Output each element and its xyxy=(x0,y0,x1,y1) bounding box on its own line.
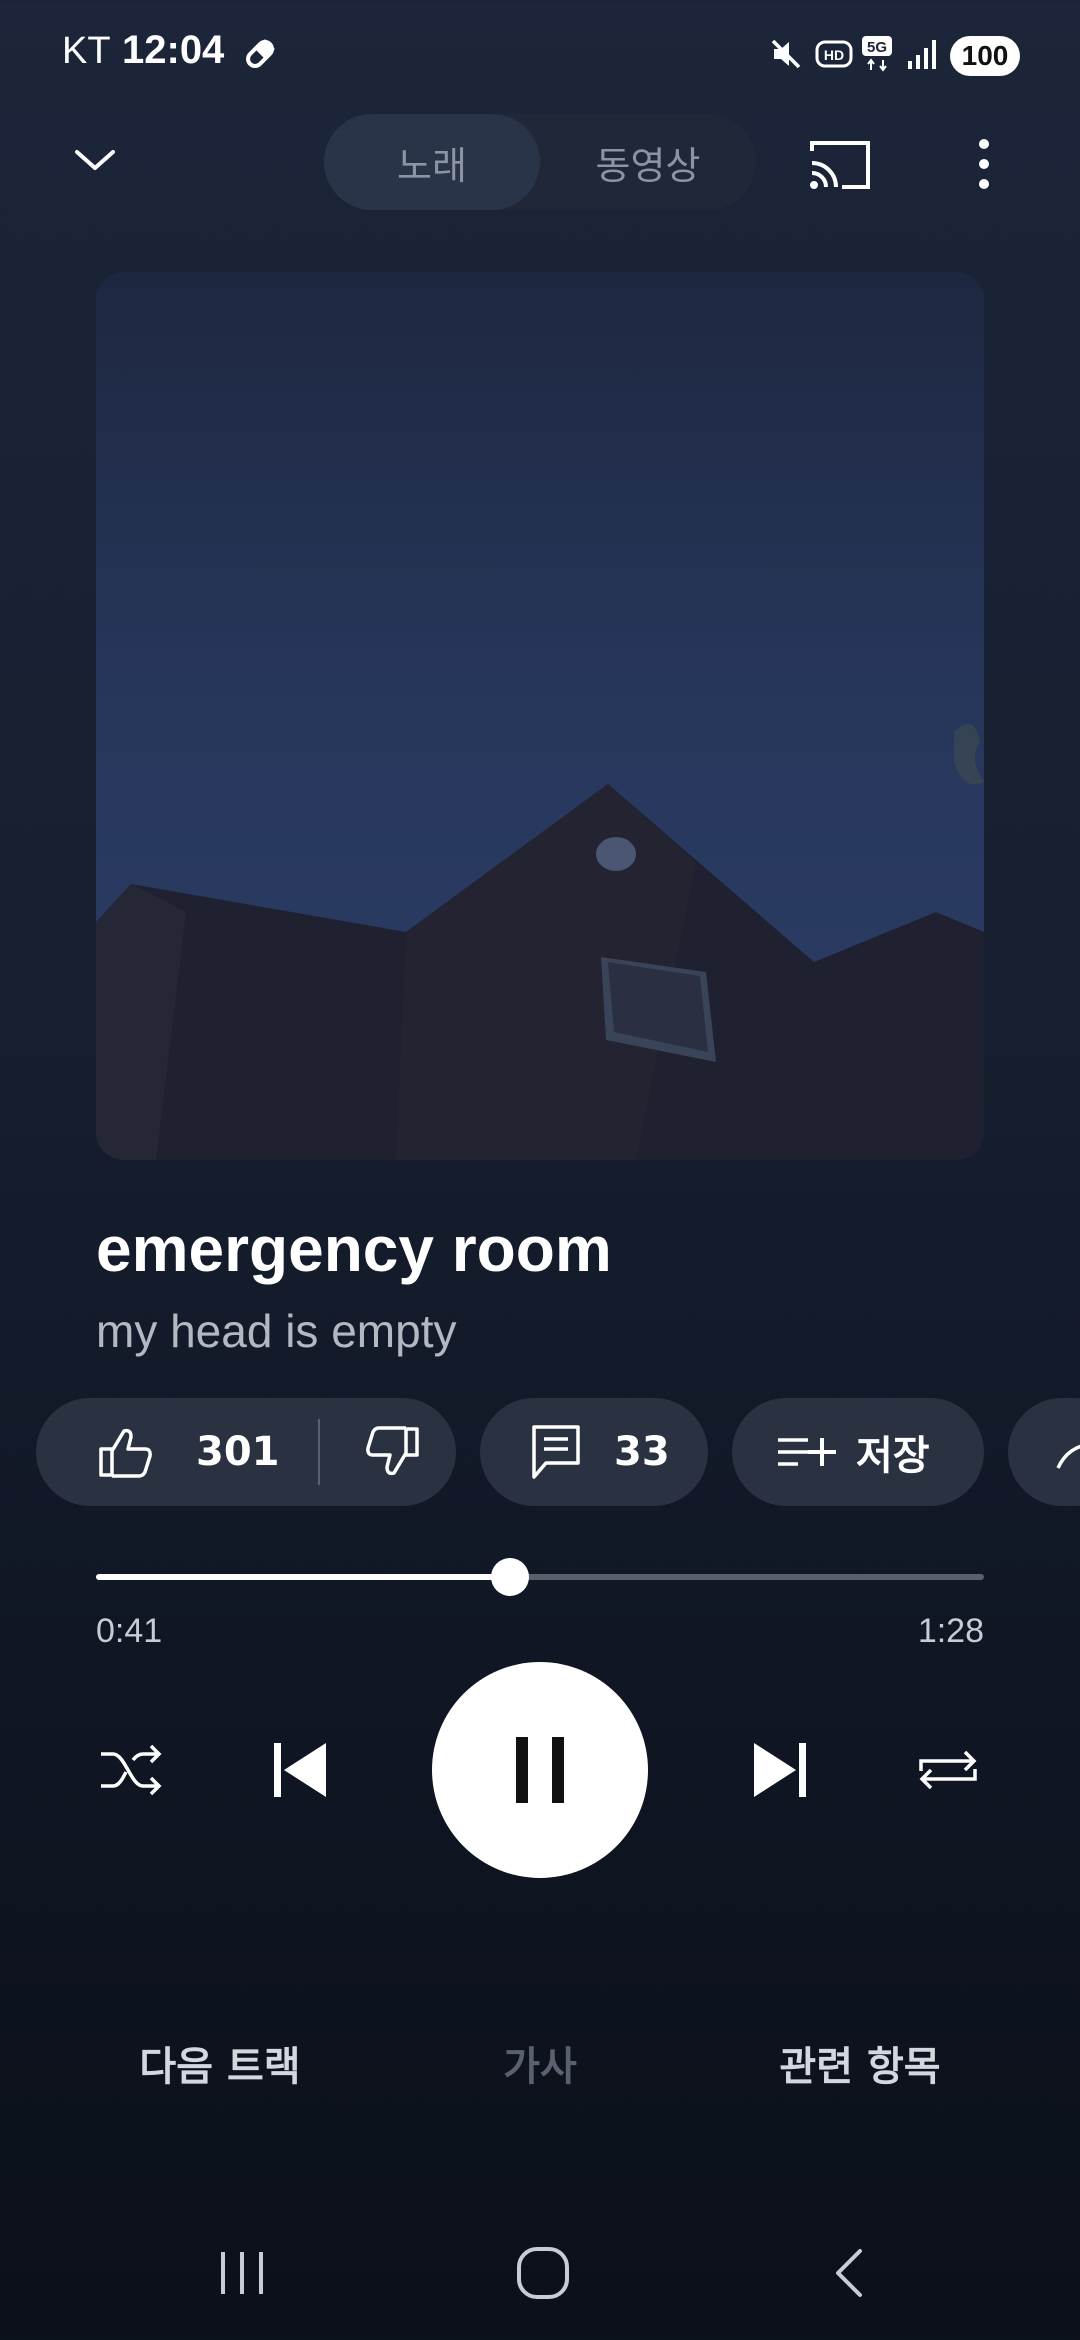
tab-related[interactable]: 관련 항목 xyxy=(740,2034,980,2092)
progress-fill xyxy=(96,1574,510,1580)
mute-icon xyxy=(766,34,806,74)
save-label: 저장 xyxy=(856,1433,930,1479)
like-dislike-chip: 301 xyxy=(36,1398,456,1506)
share-icon xyxy=(1052,1432,1080,1472)
5g-icon: 5G xyxy=(860,34,896,74)
tab-video[interactable]: 동영상 xyxy=(540,114,756,210)
chip-divider xyxy=(317,1419,320,1485)
tab-song[interactable]: 노래 xyxy=(324,114,540,210)
shuffle-icon[interactable] xyxy=(92,1730,172,1810)
carrier-label: KT xyxy=(62,30,111,72)
elapsed-time: 0:41 xyxy=(96,1612,163,1650)
pause-button[interactable] xyxy=(432,1662,648,1878)
back-icon[interactable] xyxy=(806,2228,890,2318)
comments-chip[interactable]: 33 xyxy=(480,1398,708,1506)
track-title: emergency room xyxy=(96,1213,612,1285)
progress-bar[interactable] xyxy=(96,1558,984,1596)
next-icon[interactable] xyxy=(740,1730,820,1810)
progress-thumb[interactable] xyxy=(490,1558,529,1596)
pause-icon xyxy=(512,1735,568,1805)
battery-icon: 100 xyxy=(950,36,1020,76)
total-time: 1:28 xyxy=(917,1612,984,1650)
clock: 12:04 xyxy=(122,28,225,72)
tab-lyrics[interactable]: 가사 xyxy=(440,2034,640,2092)
artist-name[interactable]: my head is empty xyxy=(96,1304,456,1358)
song-video-toggle: 노래 동영상 xyxy=(324,114,756,210)
hd-icon: HD xyxy=(814,34,854,74)
more-vert-icon[interactable] xyxy=(954,124,1014,204)
pill-icon xyxy=(240,34,280,74)
album-artwork xyxy=(96,272,984,1160)
share-chip[interactable] xyxy=(1008,1398,1080,1506)
tab-up-next[interactable]: 다음 트랙 xyxy=(100,2034,340,2092)
home-icon[interactable] xyxy=(498,2228,588,2318)
svg-text:HD: HD xyxy=(824,47,844,63)
svg-text:5G: 5G xyxy=(867,39,887,56)
cast-icon[interactable] xyxy=(800,124,880,204)
status-bar: KT 12:04 HD 5G 100 xyxy=(0,0,1080,110)
recent-apps-icon[interactable] xyxy=(200,2228,284,2318)
previous-icon[interactable] xyxy=(260,1730,340,1810)
comment-count: 33 xyxy=(614,1429,670,1475)
like-count: 301 xyxy=(196,1429,280,1475)
repeat-icon[interactable] xyxy=(908,1730,988,1810)
comment-icon xyxy=(528,1423,584,1481)
thumbs-down-icon[interactable] xyxy=(360,1425,424,1479)
chevron-down-icon[interactable] xyxy=(60,120,130,200)
playlist-add-icon xyxy=(776,1432,838,1472)
thumbs-up-icon[interactable] xyxy=(94,1425,158,1479)
signal-icon xyxy=(904,34,940,74)
save-chip[interactable]: 저장 xyxy=(732,1398,984,1506)
